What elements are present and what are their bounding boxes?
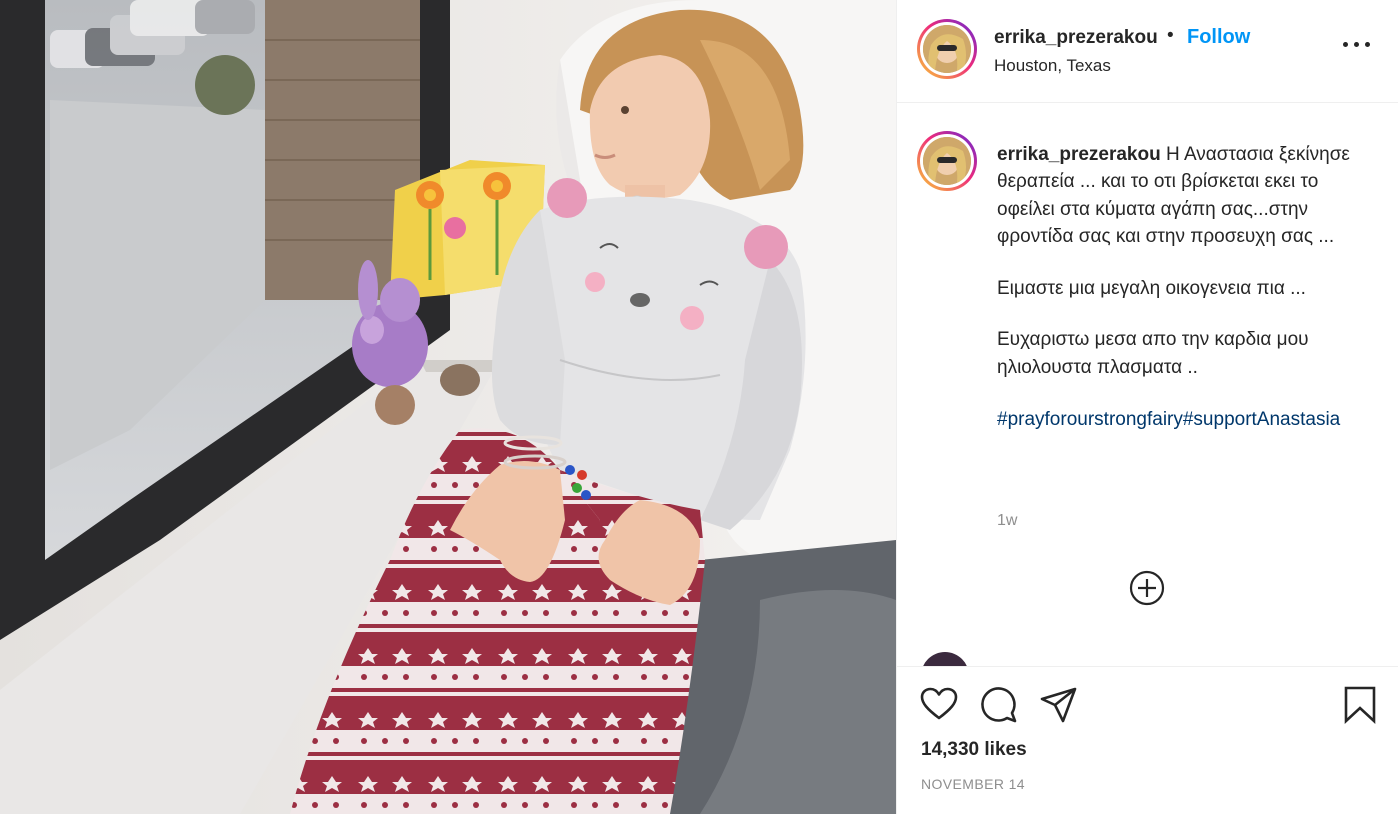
post-location[interactable]: Houston, Texas — [994, 56, 1111, 76]
more-options-icon[interactable] — [1343, 40, 1371, 48]
post-caption: errika_prezerakou Η Αναστασια ξεκίνησε θ… — [997, 141, 1367, 457]
post-date[interactable]: NOVEMBER 14 — [921, 776, 1025, 792]
plus-circle-icon[interactable] — [1129, 570, 1165, 606]
avatar-picture — [923, 137, 971, 185]
caption-paragraph-3: Ευχαριστω μεσα απο την καρδια μου ηλιολο… — [997, 329, 1309, 378]
likes-count[interactable]: 14,330 likes — [921, 739, 1027, 761]
caption-hashtags[interactable]: #prayforourstrongfairy#supportAnastasia — [997, 406, 1367, 433]
heart-icon[interactable] — [919, 685, 959, 725]
post-actions: 14,330 likes NOVEMBER 14 — [897, 666, 1398, 814]
follow-button[interactable]: Follow — [1187, 26, 1250, 49]
comments-section: errika_prezerakou Η Αναστασια ξεκίνησε θ… — [897, 104, 1398, 666]
post-header: errika_prezerakou • Follow Houston, Texa… — [897, 0, 1398, 103]
paper-plane-icon[interactable] — [1039, 685, 1079, 725]
comment-bubble-icon[interactable] — [979, 685, 1019, 725]
header-separator-dot: • — [1167, 25, 1174, 46]
bookmark-icon[interactable] — [1341, 685, 1381, 725]
post-side-panel: errika_prezerakou • Follow Houston, Texa… — [896, 0, 1398, 814]
comment-avatar[interactable] — [921, 652, 969, 666]
photo-illustration — [0, 0, 896, 814]
avatar-picture — [923, 25, 971, 73]
caption-time-ago[interactable]: 1w — [997, 512, 1017, 530]
author-avatar[interactable] — [917, 19, 977, 79]
caption-author-avatar[interactable] — [917, 131, 977, 191]
caption-author-username[interactable]: errika_prezerakou — [997, 144, 1161, 165]
post-photo[interactable] — [0, 0, 896, 814]
author-username[interactable]: errika_prezerakou — [994, 27, 1158, 49]
instagram-post: errika_prezerakou • Follow Houston, Texa… — [0, 0, 1398, 814]
caption-paragraph-2: Ειμαστε μια μεγαλη οικογενεια πια ... — [997, 277, 1306, 299]
